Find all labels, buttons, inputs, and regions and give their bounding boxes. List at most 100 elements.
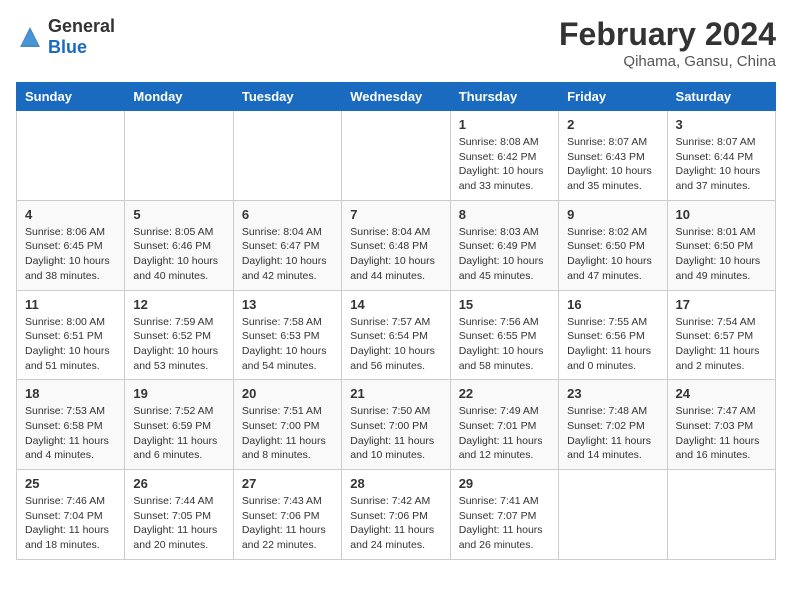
day-info: Sunrise: 7:53 AMSunset: 6:58 PMDaylight:… (25, 404, 116, 463)
calendar-cell (667, 470, 775, 560)
calendar-cell: 11 Sunrise: 8:00 AMSunset: 6:51 PMDayligh… (17, 290, 125, 380)
calendar-cell: 10 Sunrise: 8:01 AMSunset: 6:50 PMDayligh… (667, 200, 775, 290)
calendar-cell: 12 Sunrise: 7:59 AMSunset: 6:52 PMDayligh… (125, 290, 233, 380)
calendar-cell: 23 Sunrise: 7:48 AMSunset: 7:02 PMDayligh… (559, 380, 667, 470)
day-info: Sunrise: 7:55 AMSunset: 6:56 PMDaylight:… (567, 315, 658, 374)
day-number: 2 (567, 117, 658, 132)
day-number: 12 (133, 297, 224, 312)
day-info: Sunrise: 7:50 AMSunset: 7:00 PMDaylight:… (350, 404, 441, 463)
calendar-cell: 22 Sunrise: 7:49 AMSunset: 7:01 PMDayligh… (450, 380, 558, 470)
day-number: 27 (242, 476, 333, 491)
calendar-cell: 19 Sunrise: 7:52 AMSunset: 6:59 PMDayligh… (125, 380, 233, 470)
calendar-cell: 5Sunrise: 8:05 AMSunset: 6:46 PMDaylight… (125, 200, 233, 290)
day-info: Sunrise: 8:04 AMSunset: 6:48 PMDaylight:… (350, 225, 441, 284)
logo: General Blue (16, 16, 115, 58)
page-header: General Blue February 2024 Qihama, Gansu… (16, 16, 776, 70)
day-number: 24 (676, 386, 767, 401)
title-block: February 2024 Qihama, Gansu, China (559, 16, 776, 70)
calendar-cell (233, 111, 341, 201)
calendar-cell: 27 Sunrise: 7:43 AMSunset: 7:06 PMDayligh… (233, 470, 341, 560)
calendar-cell: 6 Sunrise: 8:04 AMSunset: 6:47 PMDaylight… (233, 200, 341, 290)
day-number: 23 (567, 386, 658, 401)
day-number: 3 (676, 117, 767, 132)
day-info: Sunrise: 8:01 AMSunset: 6:50 PMDaylight:… (676, 225, 767, 284)
calendar-cell: 1Sunrise: 8:08 AMSunset: 6:42 PMDaylight… (450, 111, 558, 201)
calendar-header-saturday: Saturday (667, 83, 775, 111)
subtitle: Qihama, Gansu, China (559, 53, 776, 70)
day-info: Sunrise: 7:54 AMSunset: 6:57 PMDaylight:… (676, 315, 767, 374)
day-info: Sunrise: 7:46 AMSunset: 7:04 PMDaylight:… (25, 494, 116, 553)
day-number: 19 (133, 386, 224, 401)
calendar-header-tuesday: Tuesday (233, 83, 341, 111)
day-number: 20 (242, 386, 333, 401)
calendar-cell: 25 Sunrise: 7:46 AMSunset: 7:04 PMDayligh… (17, 470, 125, 560)
day-info: Sunrise: 7:59 AMSunset: 6:52 PMDaylight:… (133, 315, 224, 374)
calendar-cell: 29 Sunrise: 7:41 AMSunset: 7:07 PMDayligh… (450, 470, 558, 560)
main-title: February 2024 (559, 16, 776, 53)
calendar-cell: 13 Sunrise: 7:58 AMSunset: 6:53 PMDayligh… (233, 290, 341, 380)
day-info: Sunrise: 8:07 AMSunset: 6:43 PMDaylight:… (567, 135, 658, 194)
day-info: Sunrise: 8:08 AMSunset: 6:42 PMDaylight:… (459, 135, 550, 194)
day-number: 9 (567, 207, 658, 222)
day-info: Sunrise: 7:48 AMSunset: 7:02 PMDaylight:… (567, 404, 658, 463)
day-info: Sunrise: 8:04 AMSunset: 6:47 PMDaylight:… (242, 225, 333, 284)
calendar-header-friday: Friday (559, 83, 667, 111)
day-number: 28 (350, 476, 441, 491)
day-info: Sunrise: 7:51 AMSunset: 7:00 PMDaylight:… (242, 404, 333, 463)
day-info: Sunrise: 7:43 AMSunset: 7:06 PMDaylight:… (242, 494, 333, 553)
day-info: Sunrise: 8:05 AMSunset: 6:46 PMDaylight:… (133, 225, 224, 284)
day-info: Sunrise: 7:52 AMSunset: 6:59 PMDaylight:… (133, 404, 224, 463)
day-number: 14 (350, 297, 441, 312)
calendar-header-row: SundayMondayTuesdayWednesdayThursdayFrid… (17, 83, 776, 111)
calendar-cell: 15Sunrise: 7:56 AMSunset: 6:55 PMDayligh… (450, 290, 558, 380)
day-info: Sunrise: 7:42 AMSunset: 7:06 PMDaylight:… (350, 494, 441, 553)
calendar-cell: 24 Sunrise: 7:47 AMSunset: 7:03 PMDayligh… (667, 380, 775, 470)
calendar-cell: 16 Sunrise: 7:55 AMSunset: 6:56 PMDayligh… (559, 290, 667, 380)
day-info: Sunrise: 8:03 AMSunset: 6:49 PMDaylight:… (459, 225, 550, 284)
day-number: 10 (676, 207, 767, 222)
day-number: 6 (242, 207, 333, 222)
calendar-week-4: 18 Sunrise: 7:53 AMSunset: 6:58 PMDayligh… (17, 380, 776, 470)
calendar-cell: 17 Sunrise: 7:54 AMSunset: 6:57 PMDayligh… (667, 290, 775, 380)
day-info: Sunrise: 8:02 AMSunset: 6:50 PMDaylight:… (567, 225, 658, 284)
day-number: 7 (350, 207, 441, 222)
calendar-header-wednesday: Wednesday (342, 83, 450, 111)
calendar-cell: 14Sunrise: 7:57 AMSunset: 6:54 PMDayligh… (342, 290, 450, 380)
calendar-cell (342, 111, 450, 201)
day-info: Sunrise: 8:07 AMSunset: 6:44 PMDaylight:… (676, 135, 767, 194)
day-number: 25 (25, 476, 116, 491)
day-info: Sunrise: 7:49 AMSunset: 7:01 PMDaylight:… (459, 404, 550, 463)
day-number: 8 (459, 207, 550, 222)
day-number: 11 (25, 297, 116, 312)
calendar-header-sunday: Sunday (17, 83, 125, 111)
calendar-cell: 20 Sunrise: 7:51 AMSunset: 7:00 PMDayligh… (233, 380, 341, 470)
day-info: Sunrise: 7:58 AMSunset: 6:53 PMDaylight:… (242, 315, 333, 374)
calendar-week-2: 4Sunrise: 8:06 AMSunset: 6:45 PMDaylight… (17, 200, 776, 290)
day-info: Sunrise: 7:41 AMSunset: 7:07 PMDaylight:… (459, 494, 550, 553)
calendar-week-1: 1Sunrise: 8:08 AMSunset: 6:42 PMDaylight… (17, 111, 776, 201)
calendar-week-5: 25 Sunrise: 7:46 AMSunset: 7:04 PMDayligh… (17, 470, 776, 560)
calendar-cell: 3 Sunrise: 8:07 AMSunset: 6:44 PMDaylight… (667, 111, 775, 201)
day-info: Sunrise: 8:00 AMSunset: 6:51 PMDaylight:… (25, 315, 116, 374)
logo-blue: Blue (48, 37, 87, 57)
calendar-cell: 18 Sunrise: 7:53 AMSunset: 6:58 PMDayligh… (17, 380, 125, 470)
day-number: 15 (459, 297, 550, 312)
day-number: 18 (25, 386, 116, 401)
day-number: 16 (567, 297, 658, 312)
calendar-header-thursday: Thursday (450, 83, 558, 111)
calendar-week-3: 11 Sunrise: 8:00 AMSunset: 6:51 PMDayligh… (17, 290, 776, 380)
calendar-cell: 28 Sunrise: 7:42 AMSunset: 7:06 PMDayligh… (342, 470, 450, 560)
day-number: 21 (350, 386, 441, 401)
day-number: 13 (242, 297, 333, 312)
calendar-cell (559, 470, 667, 560)
day-number: 17 (676, 297, 767, 312)
day-number: 22 (459, 386, 550, 401)
day-number: 29 (459, 476, 550, 491)
calendar-cell: 2 Sunrise: 8:07 AMSunset: 6:43 PMDaylight… (559, 111, 667, 201)
day-info: Sunrise: 7:47 AMSunset: 7:03 PMDaylight:… (676, 404, 767, 463)
calendar-cell (17, 111, 125, 201)
calendar-cell: 4Sunrise: 8:06 AMSunset: 6:45 PMDaylight… (17, 200, 125, 290)
calendar-cell: 8 Sunrise: 8:03 AMSunset: 6:49 PMDaylight… (450, 200, 558, 290)
day-info: Sunrise: 7:44 AMSunset: 7:05 PMDaylight:… (133, 494, 224, 553)
calendar-cell: 9 Sunrise: 8:02 AMSunset: 6:50 PMDaylight… (559, 200, 667, 290)
